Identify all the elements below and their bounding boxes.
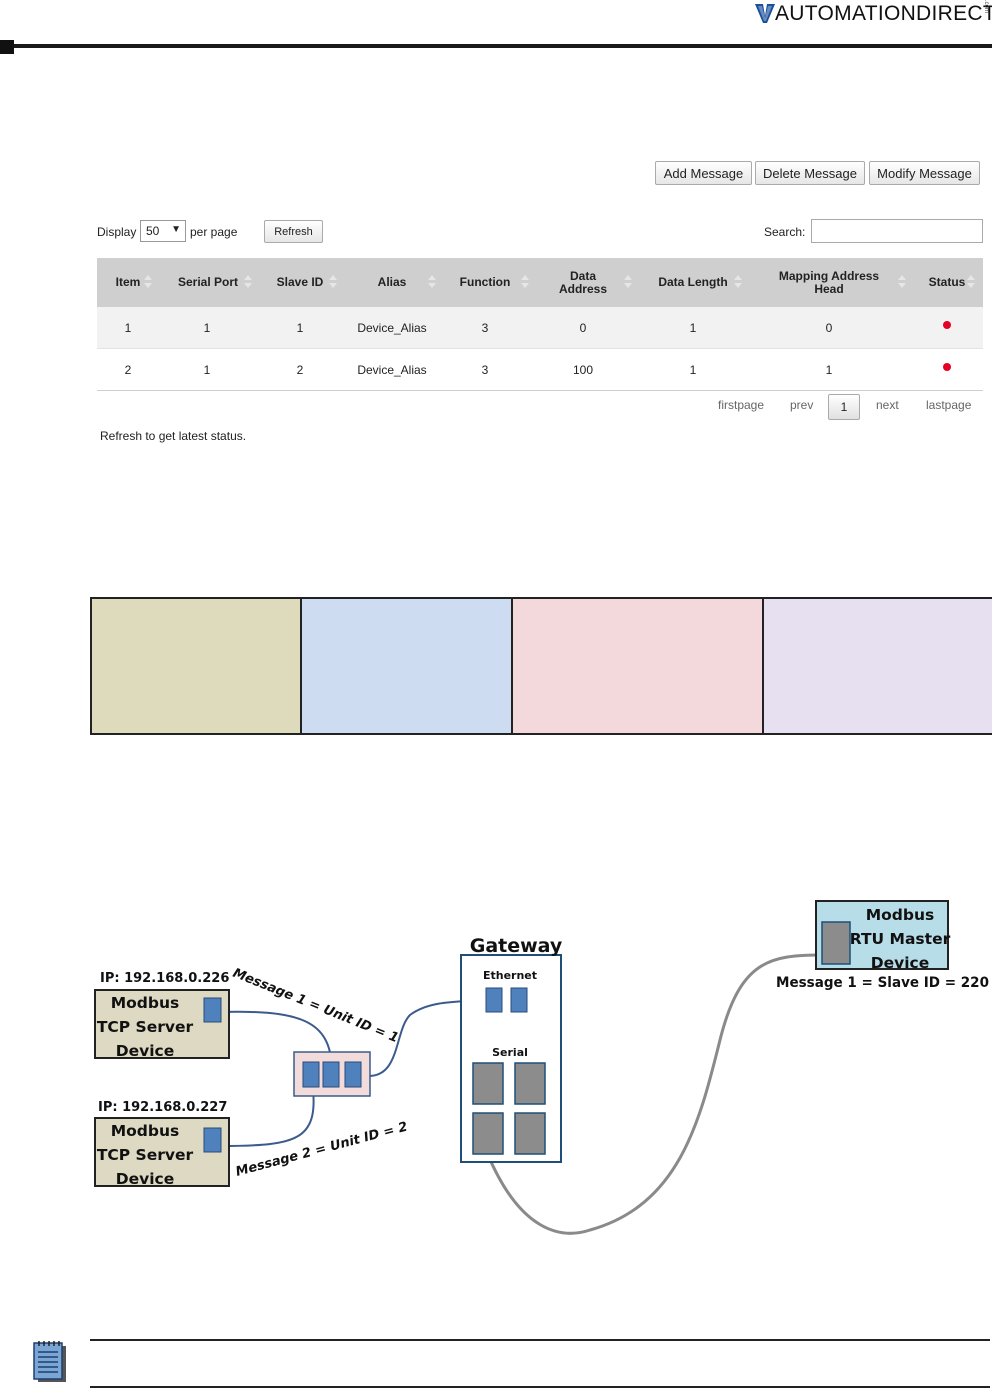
switch-port-icon [302,1061,320,1088]
gateway-serial-port-icon [514,1062,546,1105]
gateway-ethernet-port-icon [510,987,528,1013]
color-band-cell [511,597,764,735]
table-row[interactable]: 1 1 1 Device_Alias 3 0 1 0 [97,307,983,349]
device1-line2: TCP Server [97,1018,194,1036]
device2-ip: IP: 192.168.0.227 [98,1100,227,1115]
column-header-slave-id[interactable]: Slave ID [263,258,337,307]
note-bottom-rule [90,1386,990,1388]
column-header-alias[interactable]: Alias [353,258,431,307]
color-band-cell [90,597,302,735]
device2-line2: TCP Server [97,1146,194,1164]
master-line2: RTU Master [850,930,951,948]
sort-icon[interactable] [624,275,632,289]
note-top-rule [90,1339,990,1341]
serial-label: Serial [492,1046,528,1059]
sort-icon[interactable] [428,275,436,289]
cell-slave-id: 2 [296,362,304,377]
sort-icon[interactable] [967,275,975,289]
sort-icon[interactable] [144,275,152,289]
lastpage-link[interactable]: lastpage [926,398,971,412]
gateway-title: Gateway [470,935,563,957]
column-header-serial-port[interactable]: Serial Port [169,258,247,307]
page-size-select[interactable]: 50 ▼ [140,220,186,242]
gateway-serial-port-icon [472,1062,504,1105]
next-link[interactable]: next [876,398,899,412]
device1-ip: IP: 192.168.0.226 [100,971,229,986]
ethernet-label: Ethernet [483,969,537,982]
device1-line1: Modbus [111,994,180,1012]
logo-chevron-icon [755,4,775,23]
sort-icon[interactable] [521,275,529,289]
ethernet-port-icon [203,1127,222,1153]
rtu-serial-port-icon [821,921,851,965]
table-row[interactable]: 2 1 2 Device_Alias 3 100 1 1 [97,349,983,391]
sort-icon[interactable] [329,275,337,289]
logo-text: AUTOMATIONDIRECT [775,2,992,25]
switch-port-icon [322,1061,340,1088]
prev-link[interactable]: prev [790,398,813,412]
cell-serial-port: 1 [203,362,211,377]
cell-function: 3 [481,362,489,377]
column-header-function[interactable]: Function [449,258,521,307]
column-header-mapping-address-head[interactable]: Mapping Address Head [771,258,887,307]
table-header: Item Serial Port Slave ID Alias Function… [97,258,983,307]
cell-alias: Device_Alias [357,320,427,335]
cell-data-length: 1 [689,320,697,335]
status-cell [917,307,977,348]
gateway-serial-port-icon [472,1112,504,1155]
search-label: Search: [764,225,806,239]
switch-port-icon [344,1061,362,1088]
page-size-value: 50 [146,224,160,238]
cell-mapping-address-head: 0 [825,320,833,335]
sort-icon[interactable] [734,275,742,289]
master-message-label: Message 1 = Slave ID = 220 [776,975,989,991]
cell-serial-port: 1 [203,320,211,335]
cell-item: 2 [124,362,132,377]
color-band-cell [762,597,992,735]
color-band-cell [300,597,513,735]
device2-line3: Device [116,1170,175,1188]
logo-suffix: .com [983,0,989,14]
device2-line1: Modbus [111,1122,180,1140]
modify-message-button[interactable]: Modify Message [869,161,980,185]
cell-data-length: 1 [689,362,697,377]
status-cell [917,349,977,390]
search-input[interactable] [811,219,983,243]
cell-alias: Device_Alias [357,362,427,377]
gateway-serial-port-icon [514,1112,546,1155]
ethernet-port-icon [203,997,222,1023]
network-diagram: Gateway Ethernet Serial IP: 192.168.0.22… [94,900,989,1235]
cell-item: 1 [124,320,132,335]
column-header-data-address[interactable]: Data Address [553,258,613,307]
notepad-icon [33,1341,66,1382]
header-rule [0,44,992,48]
status-dot-icon [943,362,951,371]
sort-icon[interactable] [244,275,252,289]
delete-message-button[interactable]: Delete Message [755,161,865,185]
per-page-label: per page [190,225,238,239]
cell-mapping-address-head: 1 [825,362,833,377]
message-1-label: Message 1 = Unit ID = 1 [231,966,401,1046]
master-line3: Device [871,954,930,972]
column-header-data-length[interactable]: Data Length [647,258,739,307]
cell-data-address: 100 [572,362,594,377]
status-dot-icon [943,320,951,329]
firstpage-link[interactable]: firstpage [718,398,764,412]
master-line1: Modbus [866,906,935,924]
add-message-button[interactable]: Add Message [655,161,752,185]
cell-function: 3 [481,320,489,335]
refresh-button[interactable]: Refresh [264,220,323,243]
message-2-label: Message 2 = Unit ID = 2 [234,1119,409,1179]
gateway-ethernet-port-icon [485,987,503,1013]
current-page-button[interactable]: 1 [828,394,860,420]
status-note: Refresh to get latest status. [100,429,247,443]
cell-slave-id: 1 [296,320,304,335]
header-tab-marker [0,40,14,54]
dropdown-arrow-icon: ▼ [171,224,181,235]
device1-line3: Device [116,1042,175,1060]
column-header-status[interactable]: Status [897,258,992,307]
cell-data-address: 0 [579,320,587,335]
display-label: Display [97,225,137,239]
